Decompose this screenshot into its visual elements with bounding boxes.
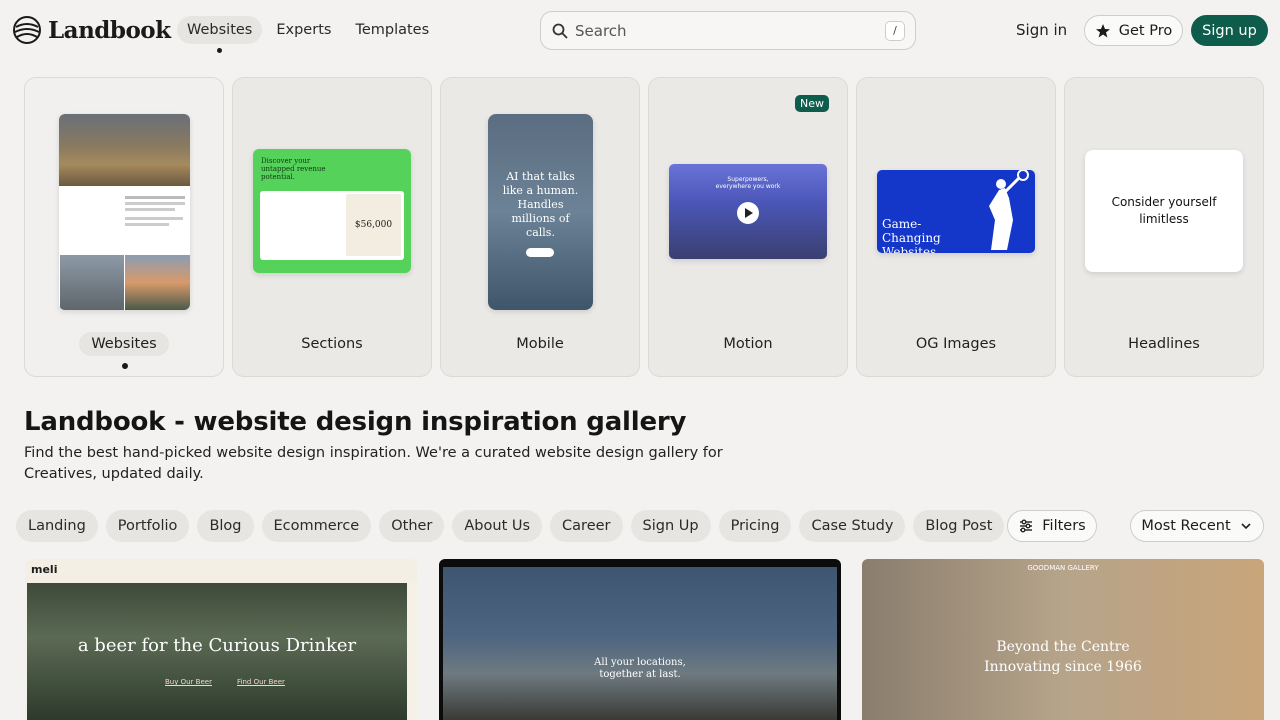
sections-preview-title: Discover your untapped revenue potential… <box>261 157 326 181</box>
nav-templates[interactable]: Templates <box>345 16 439 44</box>
category-label: Motion <box>723 336 773 352</box>
category-card-sections[interactable]: Discover your untapped revenue potential… <box>232 77 432 377</box>
filters-button[interactable]: Filters <box>1007 510 1097 542</box>
motion-preview: Superpowers, everywhere you work <box>669 164 827 259</box>
chip-portfolio[interactable]: Portfolio <box>105 510 190 542</box>
signup-button[interactable]: Sign up <box>1191 15 1268 46</box>
main-nav: Websites Experts Templates <box>177 16 439 53</box>
gallery-item-hero: a beer for the Curious Drinker Buy Our B… <box>27 583 407 720</box>
category-label: Mobile <box>516 336 564 352</box>
chevron-down-icon <box>1241 523 1251 530</box>
nav-experts[interactable]: Experts <box>266 16 341 44</box>
motion-preview-text: Superpowers, everywhere you work <box>715 176 781 190</box>
logo-text: Landbook <box>48 16 171 44</box>
chip-pricing[interactable]: Pricing <box>718 510 792 542</box>
og-images-preview-text: Game-Changing Websites <box>882 217 941 253</box>
gallery-item-headline: Beyond the Centre <box>996 639 1130 655</box>
nav-templates-label: Templates <box>355 22 430 38</box>
chip-blog-post[interactable]: Blog Post <box>913 510 1005 542</box>
mobile-preview: AI that talks like a human. Handles mill… <box>488 114 593 310</box>
gallery-item-headline: a beer for the Curious Drinker <box>77 635 357 656</box>
sliders-icon <box>1020 519 1033 533</box>
sections-preview: Discover your untapped revenue potential… <box>253 149 411 273</box>
search-input[interactable] <box>575 21 885 40</box>
category-cards: Websites Discover your untapped revenue … <box>24 77 1264 377</box>
category-card-og-images[interactable]: Game-Changing Websites OG Images <box>856 77 1056 377</box>
sort-label: Most Recent <box>1141 518 1231 534</box>
top-header: Landbook Websites Experts Templates / Si… <box>0 0 1280 60</box>
chip-other[interactable]: Other <box>379 510 445 542</box>
gallery-item-brand: meli <box>25 559 417 583</box>
chip-career[interactable]: Career <box>550 510 623 542</box>
sections-preview-amount: $56,000 <box>346 194 401 256</box>
nav-websites[interactable]: Websites <box>177 16 263 53</box>
gallery-item-link-buy[interactable]: Buy Our Beer <box>165 678 212 686</box>
get-pro-label: Get Pro <box>1118 22 1173 39</box>
search-box[interactable]: / <box>540 11 916 50</box>
chip-sign-up[interactable]: Sign Up <box>630 510 711 542</box>
active-indicator <box>217 48 223 53</box>
filters-label: Filters <box>1042 518 1086 534</box>
chip-case-study[interactable]: Case Study <box>799 510 906 542</box>
gallery-item-locations[interactable]: All your locations, together at last. <box>439 559 841 720</box>
category-card-websites[interactable]: Websites <box>24 77 224 377</box>
nav-experts-label: Experts <box>276 22 332 38</box>
page-title: Landbook - website design inspiration ga… <box>24 407 687 437</box>
page-subtitle: Find the best hand-picked website design… <box>24 445 723 482</box>
active-indicator <box>122 363 128 369</box>
preview-hero-image <box>59 114 190 186</box>
play-icon[interactable] <box>737 202 759 224</box>
get-pro-button[interactable]: Get Pro <box>1084 15 1183 46</box>
search-shortcut-key: / <box>885 20 905 41</box>
mobile-preview-text: AI that talks like a human. Handles mill… <box>502 170 579 239</box>
gallery-item-goodman[interactable]: GOODMAN GALLERY Beyond the Centre Innova… <box>862 559 1264 720</box>
category-card-mobile[interactable]: AI that talks like a human. Handles mill… <box>440 77 640 377</box>
signin-link[interactable]: Sign in <box>1008 16 1075 44</box>
filter-chips: Landing Portfolio Blog Ecommerce Other A… <box>16 510 1006 543</box>
gallery-item-link-find[interactable]: Find Our Beer <box>237 678 285 686</box>
chip-ecommerce[interactable]: Ecommerce <box>261 510 372 542</box>
search-icon <box>552 23 568 38</box>
star-icon <box>1095 23 1110 37</box>
gallery-item-brand: GOODMAN GALLERY <box>1027 564 1099 572</box>
gallery-item-subheadline: Innovating since 1966 <box>984 659 1142 675</box>
gallery-item-meli[interactable]: meli a beer for the Curious Drinker Buy … <box>25 559 417 720</box>
chip-landing[interactable]: Landing <box>16 510 98 542</box>
headlines-preview: Consider yourself limitless <box>1085 150 1243 272</box>
landbook-logo-icon <box>13 16 41 44</box>
chip-about-us[interactable]: About Us <box>452 510 543 542</box>
preview-photo-left <box>60 255 124 310</box>
og-images-preview: Game-Changing Websites <box>877 170 1035 253</box>
websites-preview <box>59 114 190 310</box>
headlines-preview-text: Consider yourself limitless <box>1111 195 1217 226</box>
category-label: OG Images <box>915 336 997 352</box>
preview-text <box>59 186 190 232</box>
nav-websites-label: Websites <box>187 22 253 38</box>
gallery-item-headline: All your locations, together at last. <box>594 657 686 680</box>
chip-blog[interactable]: Blog <box>197 510 254 542</box>
category-label: Websites <box>79 332 169 356</box>
category-label: Headlines <box>1128 336 1200 352</box>
logo[interactable]: Landbook <box>12 15 171 45</box>
preview-photo-right <box>125 255 190 310</box>
category-card-motion[interactable]: New Superpowers, everywhere you work Mot… <box>648 77 848 377</box>
new-badge: New <box>795 95 829 112</box>
gallery-item-hero: All your locations, together at last. <box>443 567 837 720</box>
tennis-player-illustration <box>989 170 1029 250</box>
category-label: Sections <box>301 336 363 352</box>
sort-dropdown[interactable]: Most Recent <box>1130 510 1264 542</box>
category-card-headlines[interactable]: Consider yourself limitless Headlines <box>1064 77 1264 377</box>
